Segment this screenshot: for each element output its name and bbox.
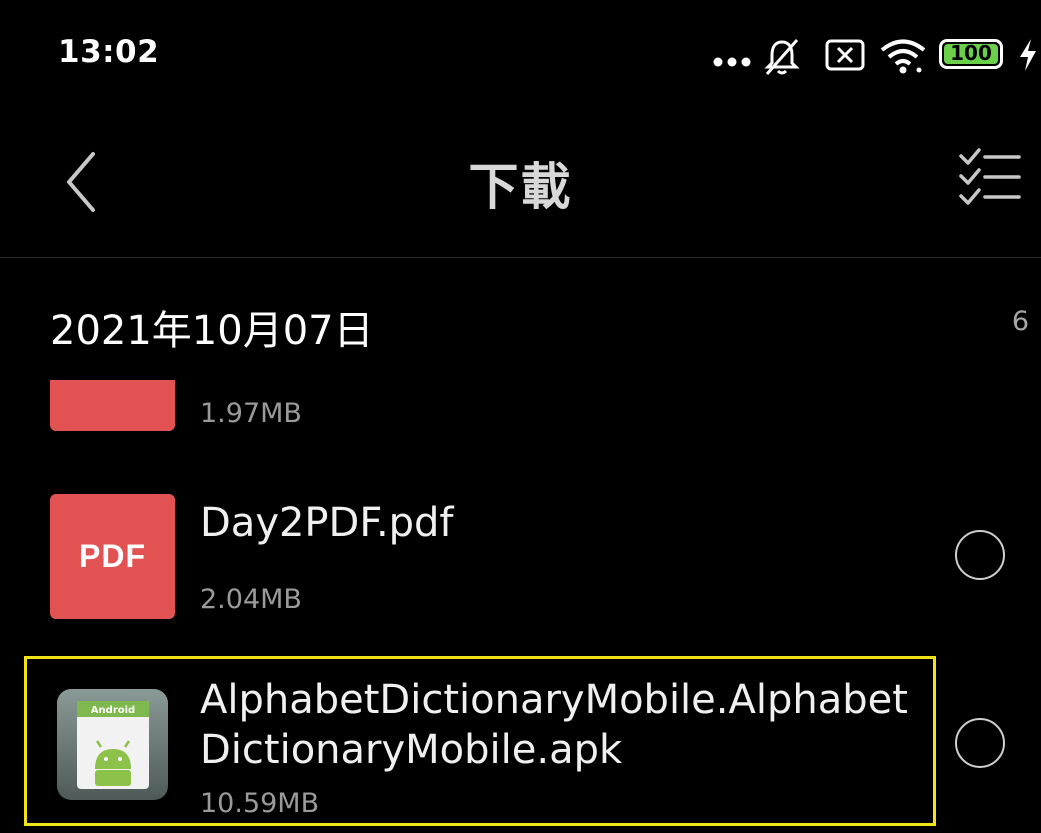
status-icons: 100 (701, 30, 1041, 78)
header-divider (0, 257, 1041, 258)
select-radio[interactable] (955, 718, 1005, 768)
select-radio[interactable] (955, 530, 1005, 580)
page-title: 下載 (468, 158, 573, 216)
mute-icon (764, 39, 800, 75)
group-date: 2021年10月07日 (50, 308, 374, 354)
status-time: 13:02 (58, 34, 160, 70)
file-size: 2.04MB (200, 584, 302, 615)
date-group-header: 2021年10月07日 6 (0, 290, 1041, 360)
pdf-file-icon: PDF (50, 494, 175, 619)
file-list: 1.97MB PDF Day2PDF.pdf 2.04MB Android Al… (0, 380, 1041, 833)
battery-level: 100 (950, 41, 992, 65)
app-header: 下載 (0, 110, 1041, 258)
list-item[interactable]: 1.97MB (0, 380, 1041, 438)
battery-icon: 100 (939, 39, 1003, 69)
multi-select-button[interactable] (957, 146, 1023, 208)
status-bar: 13:02 100 (0, 0, 1041, 110)
charging-icon (1020, 39, 1036, 71)
more-dots-icon (713, 57, 751, 67)
pdf-file-icon (50, 380, 175, 431)
no-sim-icon (825, 39, 865, 71)
checklist-icon (959, 148, 1021, 205)
file-size: 1.97MB (200, 398, 302, 429)
thumb-label: PDF (79, 538, 146, 574)
wifi-icon (880, 39, 926, 74)
highlight-box (24, 656, 936, 826)
group-count: 6 (1011, 306, 1029, 337)
list-item[interactable]: PDF Day2PDF.pdf 2.04MB (0, 492, 1041, 632)
file-name: Day2PDF.pdf (200, 500, 454, 546)
